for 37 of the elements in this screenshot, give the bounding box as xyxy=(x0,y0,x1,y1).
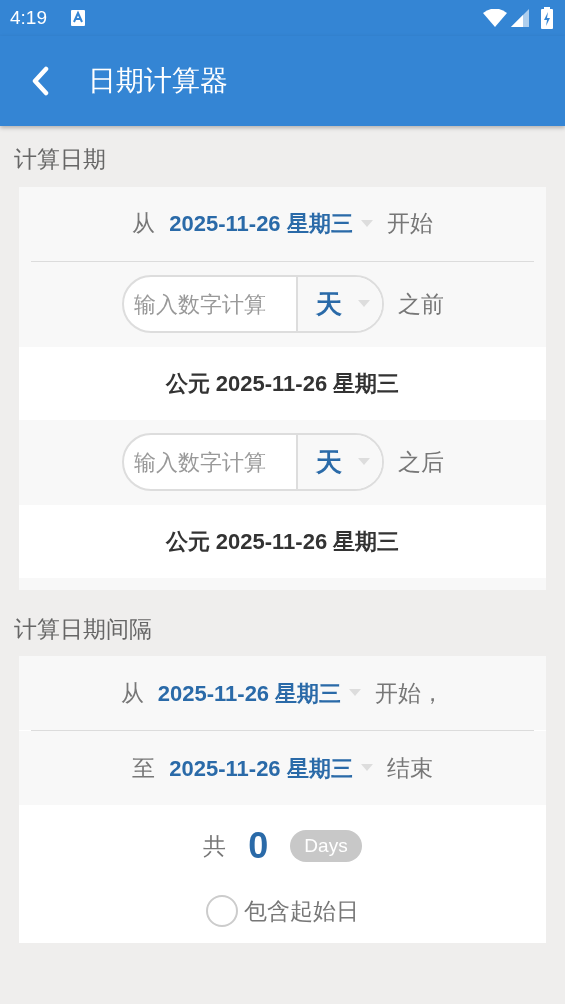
label-text: 至 xyxy=(132,753,156,783)
caret-icon xyxy=(357,300,370,308)
label-text: 从 xyxy=(132,209,156,239)
number-input[interactable]: 输入数字计算 xyxy=(123,286,296,322)
date-picker[interactable]: 2025-11-26 星期三 xyxy=(169,207,373,240)
caret-icon xyxy=(357,458,370,466)
caret-icon xyxy=(360,219,373,228)
label-text: 之前 xyxy=(397,289,444,319)
caret-icon xyxy=(360,764,373,772)
number-field[interactable]: 输入数字计算 天 xyxy=(121,275,384,333)
back-icon[interactable] xyxy=(30,66,50,96)
label-text: 共 xyxy=(203,831,227,861)
wifi-icon xyxy=(483,9,507,27)
caret-icon xyxy=(349,689,362,697)
radio-button[interactable] xyxy=(206,895,238,927)
status-time: 4:19 xyxy=(10,5,47,30)
result-date: 公元 2025-11-26 星期三 xyxy=(165,369,400,398)
notification-icon xyxy=(71,10,85,26)
section-title: 计算日期间隔 xyxy=(14,615,152,642)
battery-icon xyxy=(541,7,553,29)
date-picker[interactable]: 2025-11-26 星期三 xyxy=(157,676,362,710)
label-text: 包含起始日 xyxy=(244,896,359,926)
label-text: 开始 xyxy=(386,209,433,239)
section-title: 计算日期 xyxy=(14,146,106,172)
label-text: 开始， xyxy=(375,678,445,708)
label-text: 从 xyxy=(120,678,144,708)
label-text: 之后 xyxy=(397,447,444,477)
unit-dropdown[interactable]: 天 xyxy=(295,277,382,331)
unit-dropdown[interactable]: 天 xyxy=(295,435,382,489)
signal-icon xyxy=(511,9,529,27)
app-title: 日期计算器 xyxy=(88,64,228,98)
number-field[interactable]: 输入数字计算 天 xyxy=(121,433,384,491)
date-picker[interactable]: 2025-11-26 星期三 xyxy=(169,751,373,785)
result-date: 公元 2025-11-26 星期三 xyxy=(165,527,400,556)
number-input[interactable]: 输入数字计算 xyxy=(123,444,296,480)
day-count: 0 xyxy=(248,824,269,868)
label-text: 结束 xyxy=(386,753,433,783)
